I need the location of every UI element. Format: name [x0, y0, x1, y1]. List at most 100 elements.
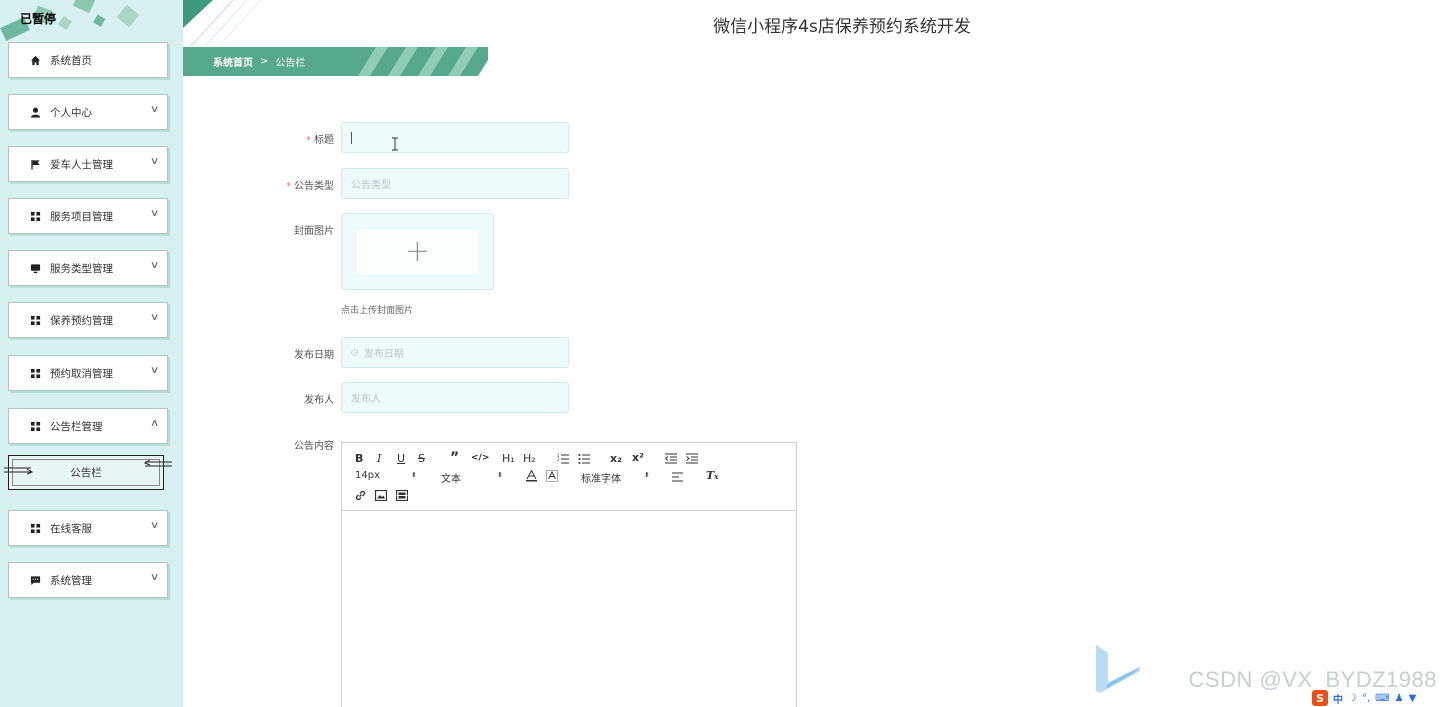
grid-icon	[29, 367, 41, 379]
header1-button[interactable]: H₁	[502, 452, 515, 465]
chevron-down-icon: ∨	[149, 520, 160, 531]
sidebar-item-notice-board[interactable]: 公告栏管理 ∧	[8, 408, 168, 444]
editor-toolbar: B I U S ” </> H₁ H₂ 1 2 x₂ x² 14px ⬍ 文本 …	[342, 443, 796, 511]
watermark-logo	[1096, 645, 1140, 693]
underline-button[interactable]: U	[397, 452, 405, 465]
cover-image-label: 封面图片	[294, 226, 334, 237]
sidebar-item-car-owner[interactable]: 爱车人士管理 ∨	[8, 146, 168, 182]
clock-icon: ◷	[351, 347, 359, 358]
chevron-down-icon: ∨	[149, 156, 160, 167]
publish-date-label: 发布日期	[294, 350, 334, 361]
monitor-icon	[29, 262, 41, 274]
select-arrow-icon: ⬍	[411, 471, 417, 479]
sidebar-item-maintenance-booking[interactable]: 保养预约管理 ∨	[8, 302, 168, 338]
title-input[interactable]	[341, 122, 569, 153]
ordered-list-icon[interactable]: 1 2	[557, 453, 570, 464]
arrow-right-icon	[4, 467, 33, 475]
indent-icon[interactable]	[686, 453, 698, 464]
content-label: 公告内容	[294, 441, 334, 452]
ime-language[interactable]: 中	[1333, 691, 1343, 706]
select-arrow-icon: ⬍	[497, 471, 503, 479]
sidebar-item-online-service[interactable]: 在线客服 ∨	[8, 510, 168, 546]
grid-icon	[29, 420, 41, 432]
plus-icon: +	[356, 228, 479, 275]
text-style-select[interactable]: 文本 ⬍	[441, 470, 503, 485]
publisher-input[interactable]: 发布人	[341, 382, 569, 413]
title-label: * 标题	[306, 135, 334, 146]
breadcrumb-current: 公告栏	[275, 58, 306, 69]
chevron-down-icon: ∨	[149, 260, 160, 271]
page-title: 微信小程序4s店保养预约系统开发	[713, 17, 971, 37]
user-icon[interactable]: ♟	[1395, 693, 1404, 704]
chat-icon	[29, 574, 41, 586]
video-icon[interactable]	[396, 490, 408, 501]
moon-icon[interactable]: ☽	[1348, 693, 1357, 704]
italic-button[interactable]: I	[377, 452, 381, 465]
sidebar: 已暂停 系统首页 个人中心 ∨ 爱车人士管理 ∨ 服务项目管理 ∨ 服务类型管理…	[0, 0, 183, 707]
sidebar-item-home[interactable]: 系统首页	[8, 42, 168, 78]
notice-type-input[interactable]: 公告类型	[341, 168, 569, 199]
align-icon[interactable]	[672, 472, 683, 482]
outdent-icon[interactable]	[665, 453, 677, 464]
notice-type-label: * 公告类型	[286, 181, 334, 192]
header2-button[interactable]: H₂	[523, 452, 536, 465]
background-color-icon[interactable]	[546, 470, 558, 482]
sidebar-subitem-label: 公告栏	[70, 467, 102, 479]
sidebar-item-service-types[interactable]: 服务类型管理 ∨	[8, 250, 168, 286]
required-mark: *	[286, 181, 291, 192]
image-icon[interactable]	[375, 490, 387, 501]
sidebar-item-label: 公告栏管理	[50, 420, 103, 433]
sidebar-item-personal-center[interactable]: 个人中心 ∨	[8, 94, 168, 130]
strike-button[interactable]: S	[418, 452, 425, 465]
code-block-button[interactable]: </>	[471, 453, 489, 463]
upload-hint: 点击上传封面图片	[341, 306, 414, 316]
sidebar-item-booking-cancel[interactable]: 预约取消管理 ∨	[8, 355, 168, 391]
top-header: 微信小程序4s店保养预约系统开发	[183, 0, 1441, 46]
publish-date-picker[interactable]: ◷ 发布日期	[341, 337, 569, 368]
chevron-down-icon: ∨	[149, 365, 160, 376]
breadcrumb: 系统首页 > 公告栏	[183, 47, 488, 76]
shirt-icon[interactable]: ▼	[1409, 693, 1417, 704]
sidebar-item-system-manage[interactable]: 系统管理 ∨	[8, 562, 168, 598]
sidebar-item-label: 预约取消管理	[50, 367, 113, 380]
grid-icon	[29, 314, 41, 326]
chevron-down-icon: ∨	[149, 208, 160, 219]
editor-content-area[interactable]	[342, 511, 796, 707]
cover-image-upload[interactable]: +	[341, 213, 494, 290]
chevron-down-icon: ∨	[149, 312, 160, 323]
sidebar-item-label: 系统管理	[50, 574, 92, 587]
required-mark: *	[306, 135, 311, 146]
breadcrumb-stripes	[358, 47, 488, 76]
punctuation-icon[interactable]: °,	[1362, 693, 1370, 704]
sidebar-item-label: 服务项目管理	[50, 210, 113, 223]
sidebar-item-label: 保养预约管理	[50, 314, 113, 327]
sidebar-item-label: 服务类型管理	[50, 262, 113, 275]
breadcrumb-home[interactable]: 系统首页	[213, 54, 253, 69]
bold-button[interactable]: B	[355, 452, 363, 465]
user-icon	[29, 106, 41, 118]
bullet-list-icon[interactable]	[578, 453, 591, 464]
rich-text-editor: B I U S ” </> H₁ H₂ 1 2 x₂ x² 14px ⬍ 文本 …	[341, 442, 797, 707]
sidebar-item-service-items[interactable]: 服务项目管理 ∨	[8, 198, 168, 234]
home-icon	[29, 54, 41, 66]
ime-logo-icon: S	[1312, 690, 1328, 706]
font-color-icon[interactable]	[526, 470, 537, 482]
keyboard-icon[interactable]: ⌨	[1375, 693, 1389, 704]
font-size-select[interactable]: 14px ⬍	[355, 470, 417, 481]
text-cursor	[351, 131, 352, 144]
sidebar-item-label: 在线客服	[50, 522, 92, 535]
chevron-down-icon: ∨	[149, 572, 160, 583]
subscript-button[interactable]: x₂	[610, 452, 622, 465]
breadcrumb-separator: >	[260, 56, 269, 67]
clean-format-button[interactable]: Tx	[706, 469, 718, 482]
sidebar-item-label: 个人中心	[50, 106, 92, 119]
link-icon[interactable]	[355, 490, 366, 501]
superscript-button[interactable]: x²	[632, 451, 644, 464]
svg-text:2: 2	[557, 457, 560, 462]
chevron-down-icon: ∨	[149, 104, 160, 115]
flag-icon	[29, 158, 41, 170]
blockquote-button[interactable]: ”	[450, 450, 459, 466]
font-family-select[interactable]: 标准字体 ⬍	[581, 470, 650, 485]
arrow-left-icon	[144, 459, 172, 467]
grid-icon	[29, 210, 41, 222]
